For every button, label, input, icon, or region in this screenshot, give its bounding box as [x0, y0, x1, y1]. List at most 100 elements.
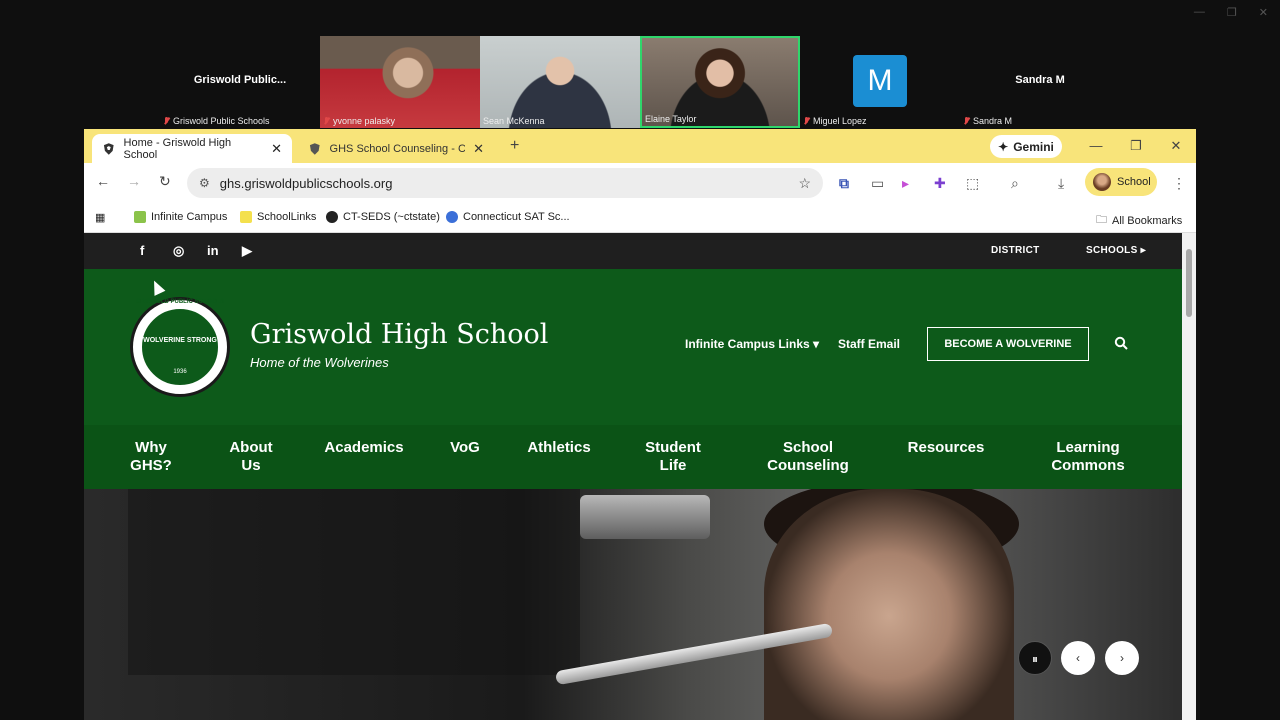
bookmark-infinite-campus[interactable]: Infinite Campus [134, 211, 227, 223]
scrollbar-thumb[interactable] [1186, 249, 1192, 317]
apps-grid-icon[interactable]: ▦ [95, 211, 105, 224]
participant-name-label: Griswold Public Schools [163, 116, 270, 126]
bookmark-connecticut-sat[interactable]: Connecticut SAT Sc... [446, 211, 570, 223]
slider-next-button[interactable]: › [1105, 641, 1139, 675]
school-title[interactable]: Griswold High School [250, 319, 548, 350]
facebook-icon[interactable]: f [140, 243, 144, 258]
school-seal-logo[interactable]: WOLVERINE STRONG 1936 GRISWOLD PUBLIC SC… [130, 297, 230, 397]
minimize-icon[interactable]: — [1076, 129, 1116, 163]
tab-home-griswold[interactable]: Home - Griswold High School ✕ [92, 134, 292, 163]
participant-tile-miguel[interactable]: M Miguel Lopez [800, 36, 960, 128]
nav-resources[interactable]: Resources [898, 439, 994, 457]
cast-icon[interactable]: ▭ [871, 175, 884, 192]
mic-muted-icon [803, 117, 810, 125]
main-navigation: Why GHS? About Us Academics VoG Athletics … [84, 425, 1182, 489]
schools-link[interactable]: SCHOOLS ▸ [1086, 245, 1146, 256]
back-arrow-icon[interactable]: ← [96, 173, 110, 189]
hero-image-student [764, 489, 1014, 720]
search-tab-icon[interactable]: ⌕ [1011, 175, 1019, 192]
address-bar[interactable]: ⚙ ghs.griswoldpublicschools.org ☆ [187, 168, 823, 198]
mic-muted-icon [163, 117, 170, 125]
reload-icon[interactable]: ↻ [159, 173, 171, 190]
bookmarks-bar: ▦ Infinite Campus SchoolLinks CT-SEDS (~… [84, 203, 1196, 233]
participant-tile-sean[interactable]: Sean McKenna [480, 36, 640, 128]
bookmark-ct-seds[interactable]: CT-SEDS (~ctstate) [326, 211, 440, 223]
school-subtitle: Home of the Wolverines [250, 355, 389, 370]
tab-close-icon[interactable]: ✕ [271, 141, 282, 157]
participant-name-label: Elaine Taylor [645, 114, 697, 124]
extension-arrow-icon[interactable]: ▸ [902, 175, 909, 192]
nav-about-us[interactable]: About Us [220, 439, 282, 475]
browser-window-controls: — ❐ ✕ [1076, 129, 1196, 163]
all-bookmarks-button[interactable]: 🗀 All Bookmarks [1096, 211, 1182, 230]
close-icon[interactable]: ✕ [1259, 6, 1268, 19]
tab-school-counseling[interactable]: GHS School Counseling - Cour ✕ [298, 134, 494, 163]
new-tab-button[interactable]: + [510, 137, 519, 155]
participant-avatar: M [853, 55, 907, 107]
youtube-icon[interactable]: ▶ [242, 243, 252, 259]
bookmark-schoollinks[interactable]: SchoolLinks [240, 211, 316, 223]
window-controls: — ❐ ✕ [1194, 6, 1268, 19]
restore-icon[interactable]: ❐ [1116, 129, 1156, 163]
staff-email-link[interactable]: Staff Email [838, 337, 900, 351]
participant-name-label: Miguel Lopez [803, 116, 867, 126]
tab-title: Home - Griswold High School [123, 136, 232, 161]
participant-video [642, 38, 798, 126]
globe-icon [326, 211, 338, 223]
restore-icon[interactable]: ❐ [1227, 6, 1237, 19]
participant-video [320, 36, 480, 128]
hero-slider: ⏸ ‹ › [84, 489, 1182, 720]
site-settings-icon[interactable]: ⚙ [199, 176, 210, 190]
mic-muted-icon [323, 117, 330, 125]
gemini-button[interactable]: ✦ Gemini [990, 135, 1062, 158]
bookmark-star-icon[interactable]: ☆ [798, 175, 811, 192]
wolverine-favicon-icon [103, 142, 114, 155]
infinite-campus-links-dropdown[interactable]: Infinite Campus Links ▾ [685, 337, 819, 351]
folder-icon: 🗀 [1096, 214, 1107, 226]
nav-academics[interactable]: Academics [318, 439, 410, 457]
schoollinks-icon [240, 211, 252, 223]
participant-tile-elaine-active-speaker[interactable]: Elaine Taylor [640, 36, 800, 128]
participant-tile-griswold[interactable]: Griswold Public... Griswold Public Schoo… [160, 36, 320, 128]
participant-name-label: yvonne palasky [323, 116, 395, 126]
seal-year: 1936 [173, 369, 187, 375]
become-a-wolverine-button[interactable]: BECOME A WOLVERINE [927, 327, 1089, 361]
url-text: ghs.griswoldpublicschools.org [219, 175, 393, 191]
nav-athletics[interactable]: Athletics [518, 439, 600, 457]
participant-tile-yvonne[interactable]: yvonne palasky [320, 36, 480, 128]
participant-display-name: Sandra M [1015, 74, 1065, 86]
participant-video [480, 36, 640, 128]
nav-why-ghs[interactable]: Why GHS? [124, 439, 178, 475]
search-icon[interactable] [1114, 336, 1128, 350]
college-board-icon [446, 211, 458, 223]
close-icon[interactable]: ✕ [1156, 129, 1196, 163]
profile-button[interactable]: School [1085, 168, 1157, 196]
more-menu-icon[interactable]: ⋮ [1172, 175, 1186, 192]
tab-title: GHS School Counseling - Cour [329, 142, 466, 155]
page-scrollbar[interactable] [1182, 233, 1196, 720]
extensions-puzzle-icon[interactable]: ⬚ [966, 175, 979, 192]
linkedin-icon[interactable]: in [207, 243, 219, 258]
instagram-icon[interactable]: ◎ [173, 243, 184, 259]
mic-muted-icon [963, 117, 970, 125]
district-link[interactable]: DISTRICT [991, 245, 1040, 256]
participant-tile-sandra[interactable]: Sandra M Sandra M [960, 36, 1120, 128]
tab-close-icon[interactable]: ✕ [473, 141, 484, 157]
extension-icon[interactable]: ⧉ [839, 175, 849, 192]
slider-previous-button[interactable]: ‹ [1061, 641, 1095, 675]
participant-name-label: Sandra M [963, 116, 1012, 126]
hero-caption-overlay [128, 489, 580, 675]
browser-toolbar: ← → ↻ ⚙ ghs.griswoldpublicschools.org ☆ … [84, 163, 1196, 203]
slider-pause-button[interactable]: ⏸ [1018, 641, 1052, 675]
download-icon[interactable]: ⤓ [1058, 175, 1064, 192]
hero-image-drums [580, 495, 710, 539]
site-header: WOLVERINE STRONG 1936 GRISWOLD PUBLIC SC… [84, 269, 1182, 425]
seal-ring-text: GRISWOLD PUBLIC SCHOOLS [135, 299, 225, 305]
nav-learning-commons[interactable]: Learning Commons [1038, 439, 1138, 475]
nav-vog[interactable]: VoG [444, 439, 486, 457]
nav-student-life[interactable]: Student Life [636, 439, 710, 475]
nav-school-counseling[interactable]: School Counseling [754, 439, 862, 475]
puzzle-extension-icon[interactable]: ✚ [934, 175, 946, 192]
forward-arrow-icon[interactable]: → [127, 173, 141, 189]
minimize-icon[interactable]: — [1194, 6, 1205, 19]
